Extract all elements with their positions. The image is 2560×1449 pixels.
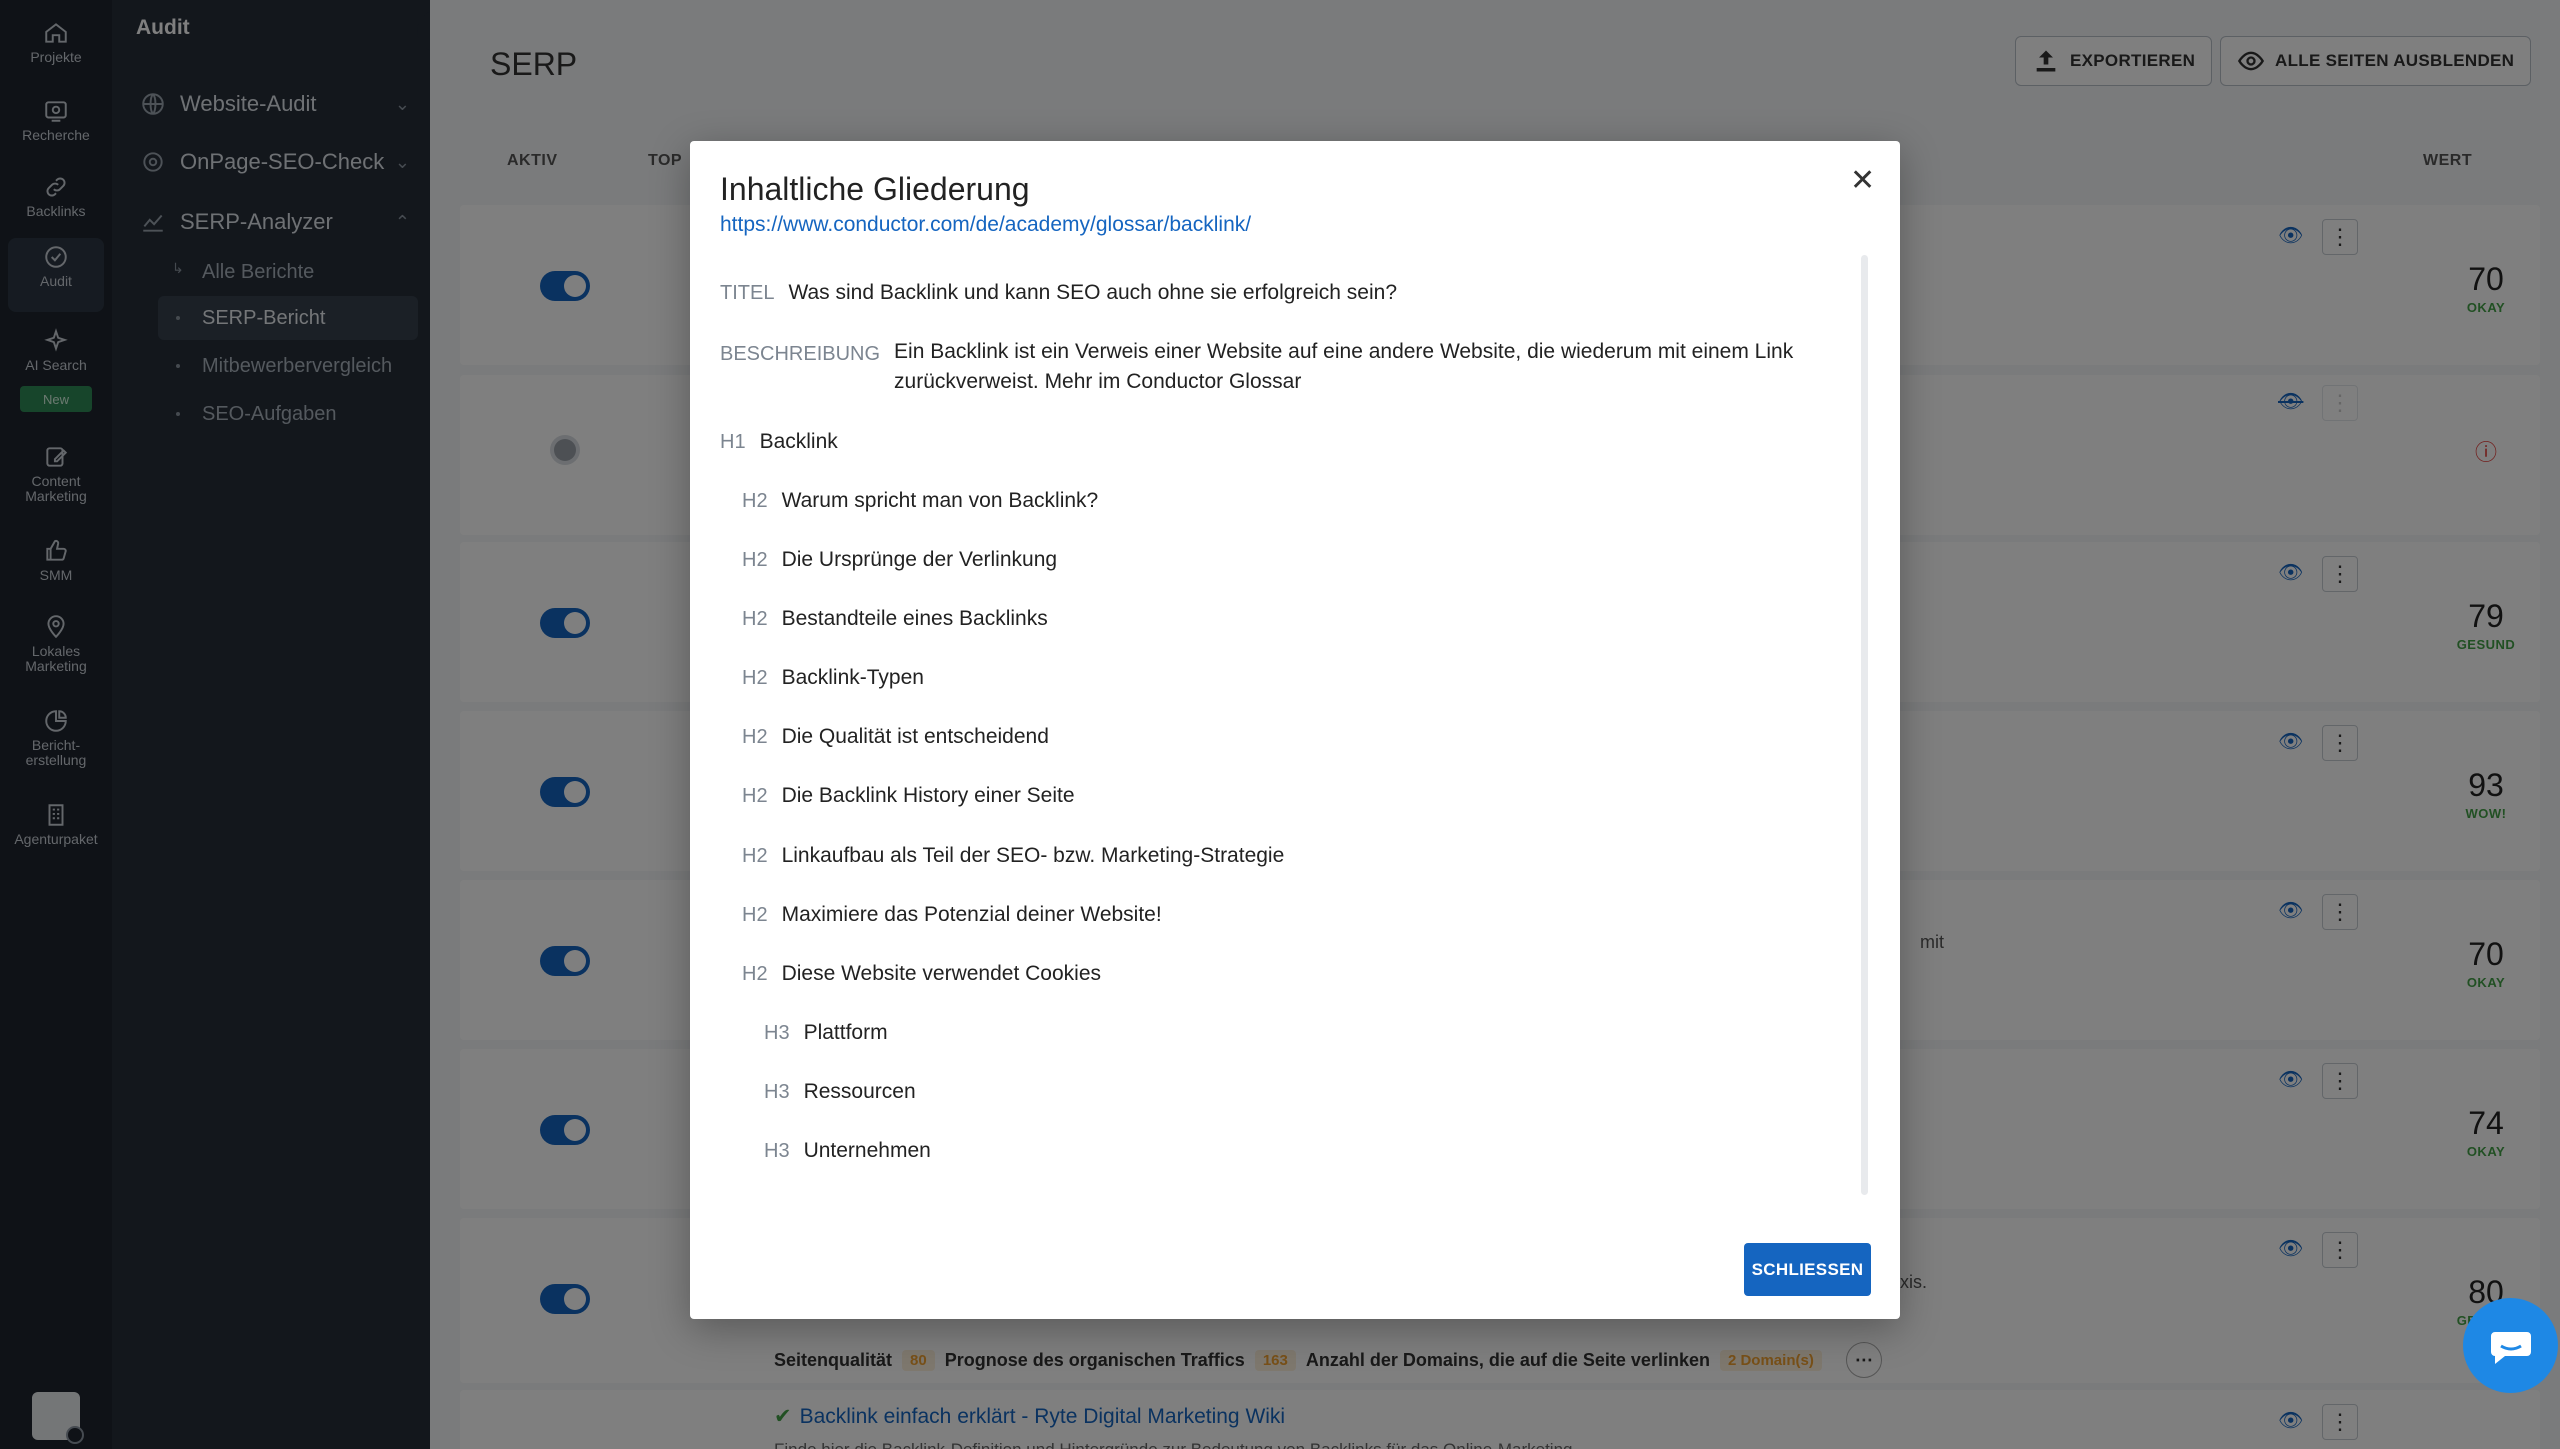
heading-text: Backlink-Typen (781, 666, 924, 689)
heading-tag: H2 (742, 608, 768, 630)
heading-text: Unternehmen (803, 1139, 931, 1162)
heading-tag: H2 (742, 726, 768, 748)
titel-tag: TITEL (720, 282, 775, 304)
heading-text: Plattform (803, 1021, 888, 1044)
heading-h2: H2 Die Backlink History einer Seite (742, 781, 1075, 811)
description-text: Ein Backlink ist ein Verweis einer Websi… (894, 340, 1794, 393)
modal-url-link[interactable]: https://www.conductor.com/de/academy/glo… (720, 213, 1251, 237)
heading-tag: H2 (742, 963, 768, 985)
heading-text: Diese Website verwendet Cookies (781, 962, 1102, 985)
heading-text: Warum spricht man von Backlink? (781, 489, 1099, 512)
heading-h2: H2 Linkaufbau als Teil der SEO- bzw. Mark… (742, 841, 1284, 871)
chat-icon (2490, 1331, 2531, 1364)
chat-button[interactable] (2463, 1298, 2558, 1393)
heading-h2: H2 Bestandteile eines Backlinks (742, 604, 1048, 634)
heading-h2: H2 Warum spricht man von Backlink? (742, 486, 1098, 516)
close-icon[interactable]: ✕ (1850, 163, 1875, 198)
heading-h1: H1 Backlink (720, 427, 838, 457)
heading-tag: H2 (742, 904, 768, 926)
heading-tag: H3 (764, 1081, 790, 1103)
heading-h2: H2 Die Ursprünge der Verlinkung (742, 545, 1057, 575)
close-button[interactable]: SCHLIESSEN (1744, 1243, 1871, 1296)
heading-tag: H2 (742, 490, 768, 512)
heading-text: Backlink (759, 430, 838, 453)
heading-h3: H3 Plattform (764, 1018, 888, 1048)
heading-h2: H2 Backlink-Typen (742, 663, 924, 693)
description-row: BESCHREIBUNG Ein Backlink ist ein Verweis… (720, 337, 1840, 397)
heading-text: Die Qualität ist entscheidend (781, 725, 1049, 748)
heading-h2: H2 Maximiere das Potenzial deiner Website… (742, 900, 1162, 930)
heading-tag: H2 (742, 667, 768, 689)
heading-text: Ressourcen (803, 1080, 916, 1103)
titel-text: Was sind Backlink und kann SEO auch ohne… (788, 281, 1398, 304)
heading-tag: H3 (764, 1022, 790, 1044)
heading-tag: H2 (742, 785, 768, 807)
description-tag: BESCHREIBUNG (720, 343, 881, 365)
heading-h2: H2 Die Qualität ist entscheidend (742, 722, 1049, 752)
heading-text: Bestandteile eines Backlinks (781, 607, 1048, 630)
heading-h2: H2 Diese Website verwendet Cookies (742, 959, 1101, 989)
heading-text: Die Backlink History einer Seite (781, 784, 1075, 807)
heading-text: Linkaufbau als Teil der SEO- bzw. Market… (781, 844, 1285, 867)
heading-tag: H2 (742, 549, 768, 571)
titel-row: TITEL Was sind Backlink und kann SEO auch… (720, 278, 1397, 308)
heading-h3: H3 Unternehmen (764, 1136, 931, 1166)
modal-title: Inhaltliche Gliederung (720, 171, 1030, 207)
outline-modal: Inhaltliche Gliederung ✕ https://www.con… (690, 141, 1900, 1319)
heading-text: Die Ursprünge der Verlinkung (781, 548, 1058, 571)
modal-scrollbar[interactable] (1861, 255, 1868, 1195)
heading-text: Maximiere das Potenzial deiner Website! (781, 903, 1162, 926)
heading-tag: H1 (720, 431, 746, 453)
heading-tag: H3 (764, 1140, 790, 1162)
heading-h3: H3 Ressourcen (764, 1077, 916, 1107)
heading-tag: H2 (742, 845, 768, 867)
